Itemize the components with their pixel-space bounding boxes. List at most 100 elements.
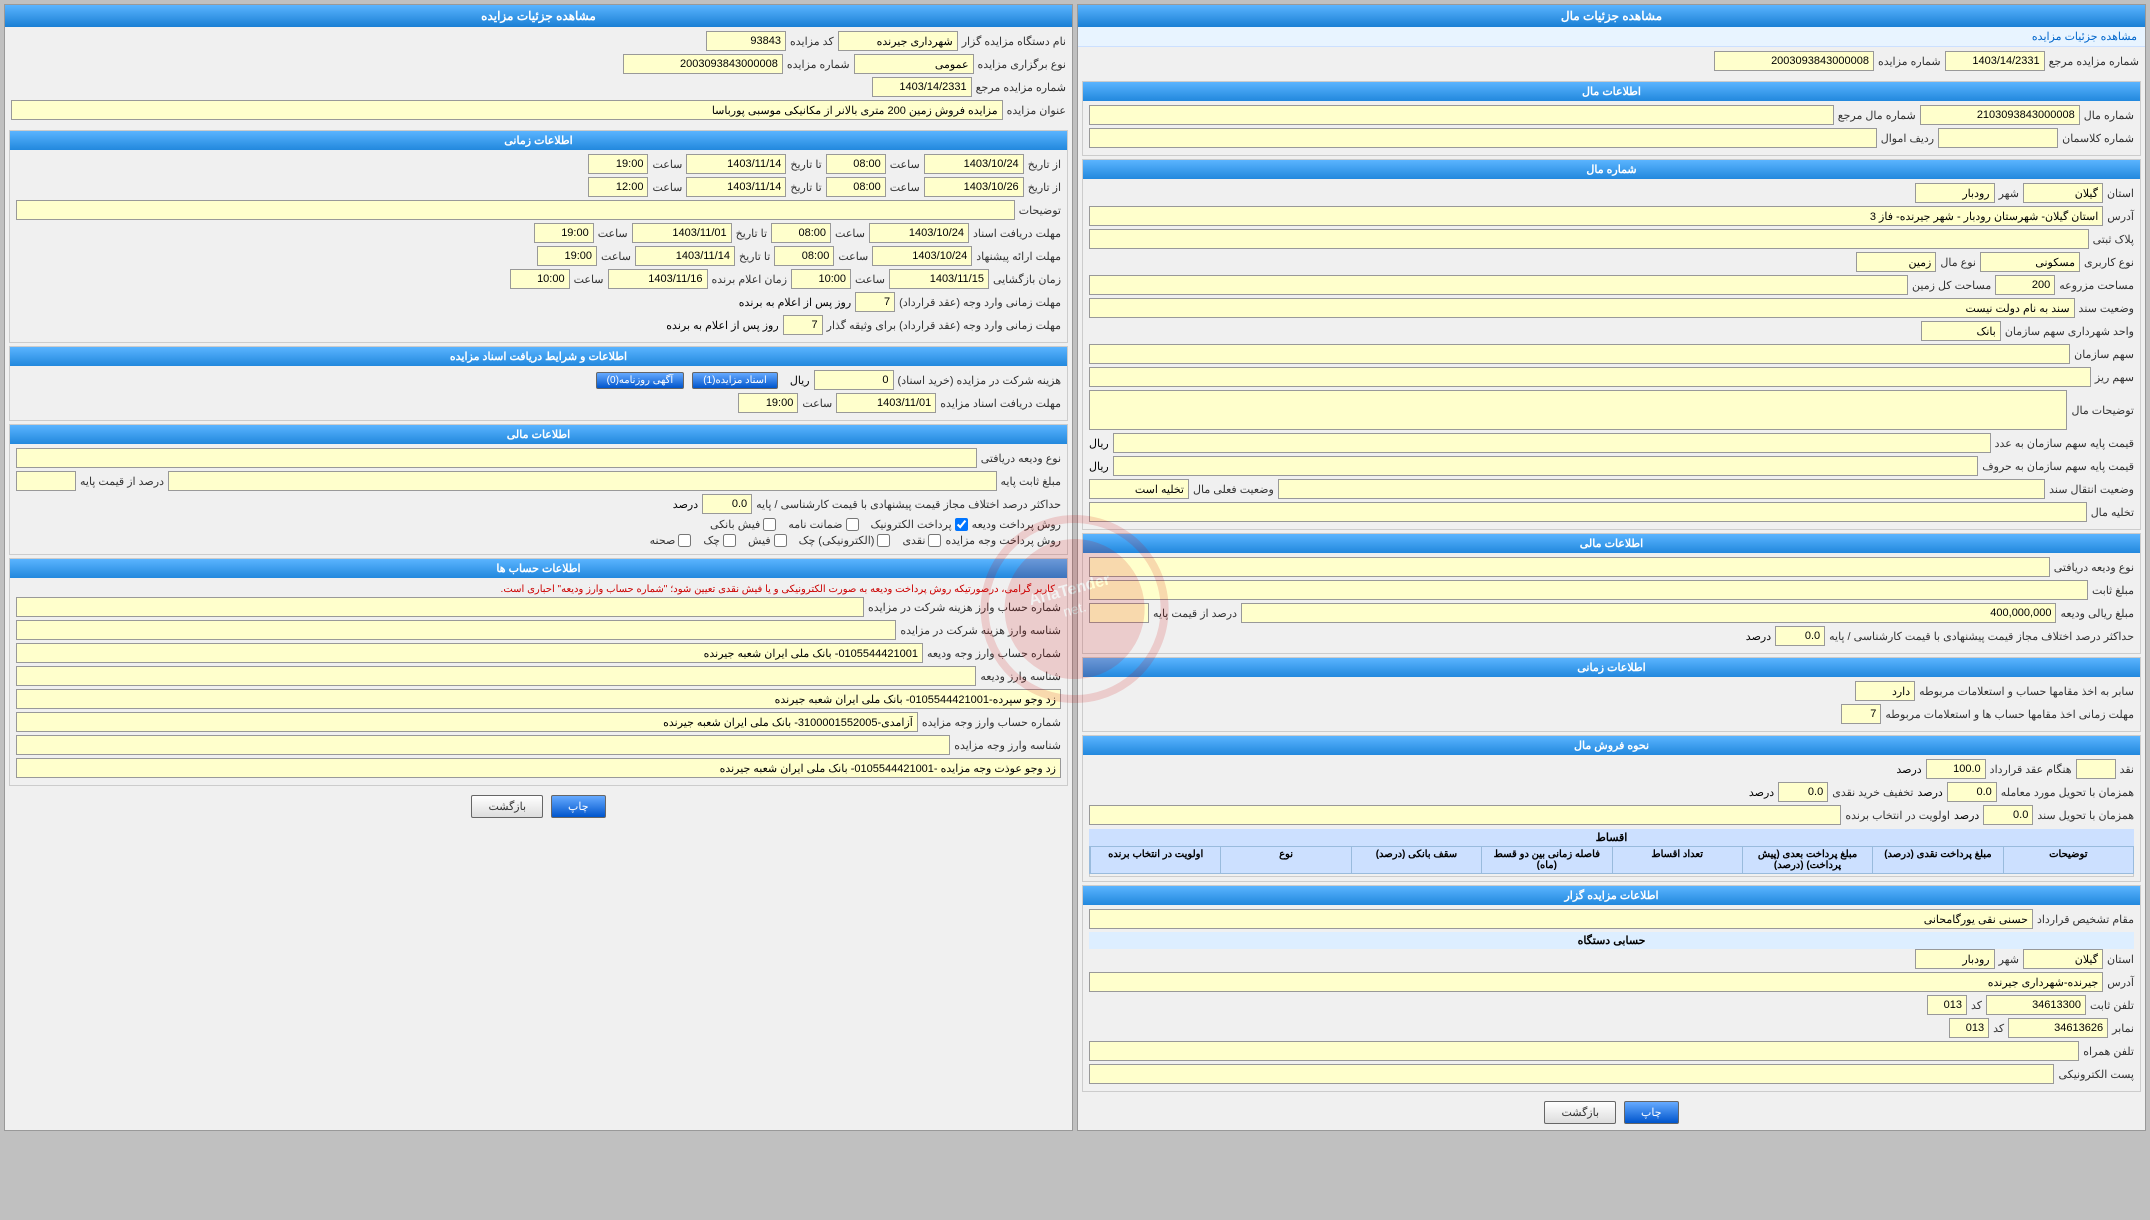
province-input[interactable]	[2023, 183, 2103, 203]
r-tour-time-input[interactable]	[791, 269, 851, 289]
r-offer-from-time-input[interactable]	[826, 177, 886, 197]
diff-input[interactable]	[1775, 626, 1825, 646]
contract-pct-input[interactable]	[1926, 759, 1986, 779]
r-offer-to-time-input[interactable]	[588, 177, 648, 197]
r-notes-input[interactable]	[16, 200, 1015, 220]
right-print-btn[interactable]: چاپ	[551, 795, 606, 818]
r-announce-time-input[interactable]	[510, 269, 570, 289]
auction-code-input[interactable]	[706, 31, 786, 51]
r-contract-days-input[interactable]	[855, 292, 895, 312]
r-account1-input[interactable]	[16, 597, 864, 617]
city-input[interactable]	[1915, 183, 1995, 203]
liquidation-input[interactable]	[1089, 502, 2087, 522]
r-title-input[interactable]	[11, 100, 1003, 120]
r-id4-input[interactable]	[16, 735, 950, 755]
c-email-input[interactable]	[1089, 1064, 2054, 1084]
r-fee-input[interactable]	[814, 370, 894, 390]
pay2-scene-check[interactable]	[678, 534, 691, 547]
base-price-input[interactable]	[1089, 580, 2088, 600]
r-start-from-time-input[interactable]	[826, 154, 886, 174]
right-back-btn[interactable]: بازگشت	[471, 795, 543, 818]
shareholder-input[interactable]	[1921, 321, 2001, 341]
ad-btn[interactable]: آگهی روزنامه(0)	[596, 372, 685, 389]
r-show-from-input[interactable]	[872, 246, 972, 266]
payment-type-input[interactable]	[1089, 557, 2050, 577]
share-input[interactable]	[1089, 367, 2091, 387]
r-announce-date-input[interactable]	[608, 269, 708, 289]
r-receive-from-input[interactable]	[869, 223, 969, 243]
auction-number-input[interactable]	[1945, 51, 2045, 71]
mal-ref-input[interactable]	[1089, 105, 1834, 125]
companion-input[interactable]	[1947, 782, 1997, 802]
percent-input[interactable]	[1089, 603, 1149, 623]
r-receive-to-time-input[interactable]	[534, 223, 594, 243]
pay-electronic-check[interactable]	[955, 518, 968, 531]
r-auction-number-input[interactable]	[623, 54, 783, 74]
c-address-input[interactable]	[1089, 972, 2103, 992]
doc-btn[interactable]: اسناد مزایده(1)	[692, 372, 778, 389]
organizer-input[interactable]	[838, 31, 958, 51]
notes-textarea[interactable]	[1089, 390, 2067, 430]
liquidation2-input[interactable]	[1089, 479, 1189, 499]
cash-input[interactable]	[2076, 759, 2116, 779]
c-city-input[interactable]	[1915, 949, 1995, 969]
r-account3-input[interactable]	[16, 689, 1061, 709]
r-start-from-input[interactable]	[924, 154, 1024, 174]
c-phone-code-input[interactable]	[1927, 995, 1967, 1015]
address-input[interactable]	[1089, 206, 2103, 226]
c-fax-code-input[interactable]	[1949, 1018, 1989, 1038]
c-fax-input[interactable]	[2008, 1018, 2108, 1038]
r-vendor-days-input[interactable]	[783, 315, 823, 335]
r-tour-date-input[interactable]	[889, 269, 989, 289]
r-offer-to-input[interactable]	[686, 177, 786, 197]
left-back-btn[interactable]: بازگشت	[1544, 1101, 1616, 1124]
class-input[interactable]	[1938, 128, 2058, 148]
unit-price-input[interactable]	[1113, 433, 1991, 453]
r-start-to-input[interactable]	[686, 154, 786, 174]
deadline-input[interactable]	[1841, 704, 1881, 724]
usage-input[interactable]	[1980, 252, 2080, 272]
pay2-cash-check[interactable]	[928, 534, 941, 547]
r-offer-from-input[interactable]	[924, 177, 1024, 197]
transfer-input[interactable]	[1278, 479, 2045, 499]
r-receive-from-time-input[interactable]	[771, 223, 831, 243]
discount-input[interactable]	[1778, 782, 1828, 802]
account-input[interactable]	[1855, 681, 1915, 701]
mal-number-input[interactable]	[1920, 105, 2080, 125]
area-total-input[interactable]	[1089, 275, 1908, 295]
r-payment-type-input[interactable]	[16, 448, 977, 468]
pay2-electronic-check[interactable]	[877, 534, 890, 547]
ref-number-input[interactable]	[1714, 51, 1874, 71]
r-percent-input[interactable]	[16, 471, 76, 491]
r-start-to-time-input[interactable]	[588, 154, 648, 174]
amount-input[interactable]	[1241, 603, 2056, 623]
r-receive-to-input[interactable]	[632, 223, 732, 243]
r-deadline-time-input[interactable]	[738, 393, 798, 413]
deed2-input[interactable]	[1983, 805, 2033, 825]
r-show-to-input[interactable]	[635, 246, 735, 266]
mal-share-input[interactable]	[1089, 344, 2070, 364]
r-diff-input[interactable]	[702, 494, 752, 514]
r-id1-input[interactable]	[16, 620, 896, 640]
funds-input[interactable]	[1089, 128, 1877, 148]
left-breadcrumb[interactable]: مشاهده جزئیات مزایده	[1078, 27, 2145, 47]
r-ref-date-input[interactable]	[872, 77, 972, 97]
r-show-to-time-input[interactable]	[537, 246, 597, 266]
c-phone2-input[interactable]	[1089, 1041, 2079, 1061]
area-input[interactable]	[1995, 275, 2055, 295]
buyer-input[interactable]	[1089, 805, 1841, 825]
r-deadline-from-input[interactable]	[836, 393, 936, 413]
price-input[interactable]	[1113, 456, 1979, 476]
r-base-price-input[interactable]	[168, 471, 997, 491]
deed-input[interactable]	[1089, 298, 2075, 318]
pay2-check-chk[interactable]	[723, 534, 736, 547]
r-id2-input[interactable]	[16, 666, 976, 686]
plaque-input[interactable]	[1089, 229, 2089, 249]
r-account5-input[interactable]	[16, 758, 1061, 778]
r-account4-input[interactable]	[16, 712, 918, 732]
r-account2-input[interactable]	[16, 643, 923, 663]
person-input[interactable]	[1089, 909, 2033, 929]
pay-check-check[interactable]	[846, 518, 859, 531]
mal-type-input[interactable]	[1856, 252, 1936, 272]
pay2-fiche-check[interactable]	[774, 534, 787, 547]
